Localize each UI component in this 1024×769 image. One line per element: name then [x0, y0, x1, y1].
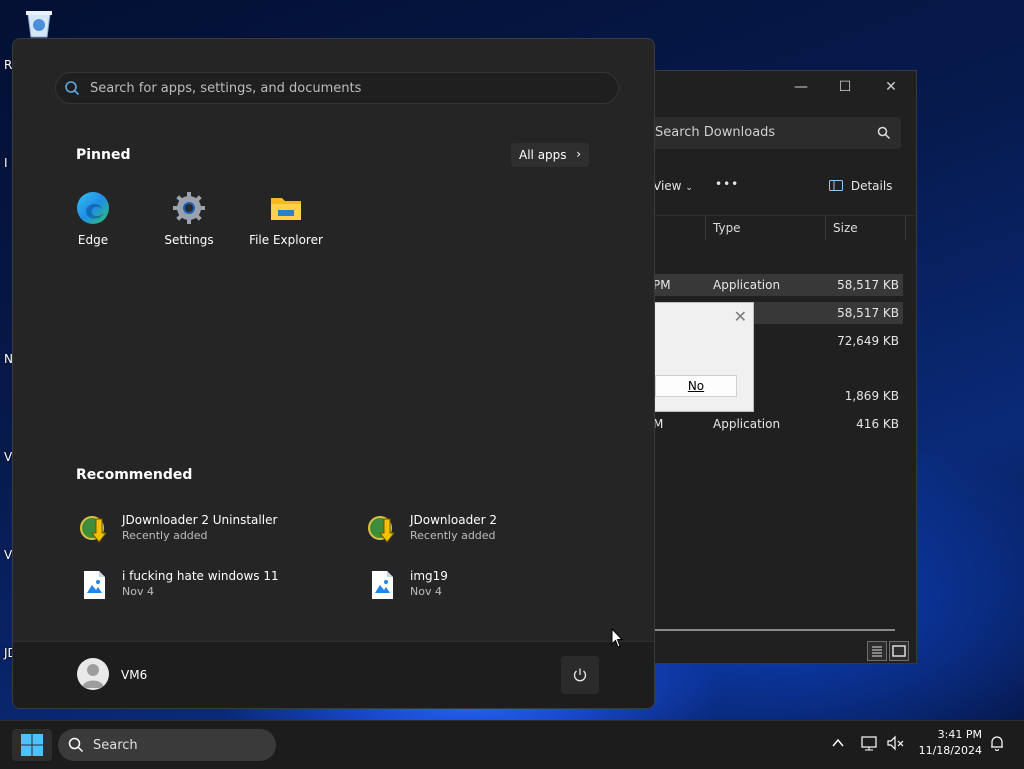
system-clock[interactable]: 3:41 PM 11/18/2024 [912, 727, 982, 759]
file-time: PM [653, 278, 671, 292]
jdownloader-icon [78, 513, 110, 545]
recommended-title: JDownloader 2 [410, 513, 497, 527]
recommended-title: JDownloader 2 Uninstaller [122, 513, 278, 527]
pinned-app-edge[interactable]: Edge [51, 189, 135, 249]
recommended-item[interactable]: JDownloader 2 Uninstaller Recently added [78, 511, 338, 547]
mouse-cursor-icon [611, 627, 624, 652]
folder-icon [269, 191, 303, 225]
power-icon [572, 667, 588, 687]
taskbar-search-label: Search [93, 738, 138, 753]
search-icon [64, 80, 80, 100]
no-button[interactable]: No [655, 375, 737, 397]
search-downloads-placeholder: Search Downloads [655, 125, 776, 140]
start-search-input[interactable]: Search for apps, settings, and documents [55, 72, 619, 104]
user-avatar[interactable] [77, 658, 109, 690]
pinned-app-settings[interactable]: Settings [147, 189, 231, 249]
column-header-type[interactable]: Type [713, 221, 741, 235]
windows-logo-icon [21, 734, 43, 760]
details-pane-icon [829, 179, 847, 193]
start-search-placeholder: Search for apps, settings, and documents [90, 81, 362, 96]
close-button[interactable]: ✕ [879, 77, 903, 97]
chevron-up-icon[interactable] [831, 735, 845, 754]
file-row[interactable]: PM Application 58,517 KB [653, 274, 903, 296]
recommended-item[interactable]: i fucking hate windows 11 Nov 4 [78, 567, 338, 603]
column-separator[interactable] [705, 216, 706, 240]
all-apps-button[interactable]: All apps › [511, 143, 589, 167]
dialog-close-icon[interactable]: ✕ [734, 307, 747, 326]
file-size: 1,869 KB [844, 389, 899, 403]
column-header-row: Type Size [653, 216, 916, 240]
image-file-icon [78, 569, 110, 601]
search-icon [877, 125, 891, 144]
start-menu: Search for apps, settings, and documents… [12, 38, 655, 709]
start-button[interactable] [12, 729, 52, 761]
column-separator[interactable] [905, 216, 906, 240]
explorer-command-bar: View ⌄ ••• Details [653, 159, 916, 216]
desktop-icon-label: V [4, 450, 13, 464]
details-label: Details [850, 179, 893, 193]
file-size: 72,649 KB [837, 334, 899, 348]
view-menu[interactable]: View ⌄ [653, 179, 693, 193]
recommended-subtitle: Nov 4 [122, 585, 154, 598]
taskbar-search-box[interactable]: Search [58, 729, 276, 761]
start-menu-footer: VM6 [13, 641, 654, 708]
recommended-subtitle: Recently added [122, 529, 208, 542]
details-view-icon[interactable] [867, 641, 887, 661]
recommended-title: img19 [410, 569, 448, 583]
file-size: 58,517 KB [837, 278, 899, 292]
column-separator[interactable] [825, 216, 826, 240]
recommended-subtitle: Recently added [410, 529, 496, 542]
notification-bell-icon[interactable] [989, 735, 1005, 755]
clock-time: 3:41 PM [937, 728, 982, 741]
column-header-size[interactable]: Size [833, 221, 858, 235]
clock-date: 11/18/2024 [918, 744, 982, 757]
settings-gear-icon [172, 191, 206, 225]
tiles-view-icon[interactable] [889, 641, 909, 661]
horizontal-scrollbar[interactable] [653, 629, 895, 631]
pinned-title: Pinned [76, 147, 131, 163]
file-size: 58,517 KB [837, 306, 899, 320]
view-label: View [653, 179, 682, 193]
desktop-icon-label: I [4, 156, 8, 170]
power-button[interactable] [561, 656, 599, 694]
file-type: Application [713, 278, 781, 292]
maximize-button[interactable]: ☐ [833, 77, 857, 97]
pinned-app-file-explorer[interactable]: File Explorer [244, 189, 328, 249]
recommended-subtitle: Nov 4 [410, 585, 442, 598]
edge-icon [76, 191, 110, 225]
all-apps-label: All apps [519, 148, 567, 162]
network-icon[interactable] [861, 735, 879, 755]
jdownloader-icon [366, 513, 398, 545]
image-file-icon [366, 569, 398, 601]
volume-muted-icon[interactable] [887, 735, 905, 755]
chevron-down-icon: ⌄ [685, 183, 693, 193]
chevron-right-icon: › [576, 147, 581, 161]
recommended-item[interactable]: img19 Nov 4 [366, 567, 626, 603]
file-type: Application [713, 417, 781, 431]
file-size: 416 KB [856, 417, 899, 431]
recommended-item[interactable]: JDownloader 2 Recently added [366, 511, 626, 547]
desktop-icon-label: V [4, 548, 13, 562]
pinned-app-label: Settings [164, 233, 214, 247]
file-row[interactable]: M Application 416 KB [653, 413, 903, 435]
details-pane-button[interactable]: Details [829, 179, 892, 193]
pinned-app-label: Edge [77, 233, 109, 247]
search-downloads-field[interactable]: Search Downloads [653, 117, 901, 149]
recommended-title: i fucking hate windows 11 [122, 569, 279, 583]
confirmation-dialog: ✕ No [652, 302, 754, 412]
recommended-title: Recommended [76, 467, 193, 483]
taskbar: Search 3:41 PM 11/18/2024 [0, 720, 1024, 769]
minimize-button[interactable]: — [789, 77, 813, 97]
pinned-app-label: File Explorer [249, 233, 323, 247]
user-name[interactable]: VM6 [121, 668, 147, 682]
search-icon [68, 737, 84, 757]
recycle-bin-icon[interactable] [22, 8, 56, 38]
explorer-titlebar: — ☐ ✕ [653, 71, 916, 103]
more-options-button[interactable]: ••• [715, 177, 739, 191]
